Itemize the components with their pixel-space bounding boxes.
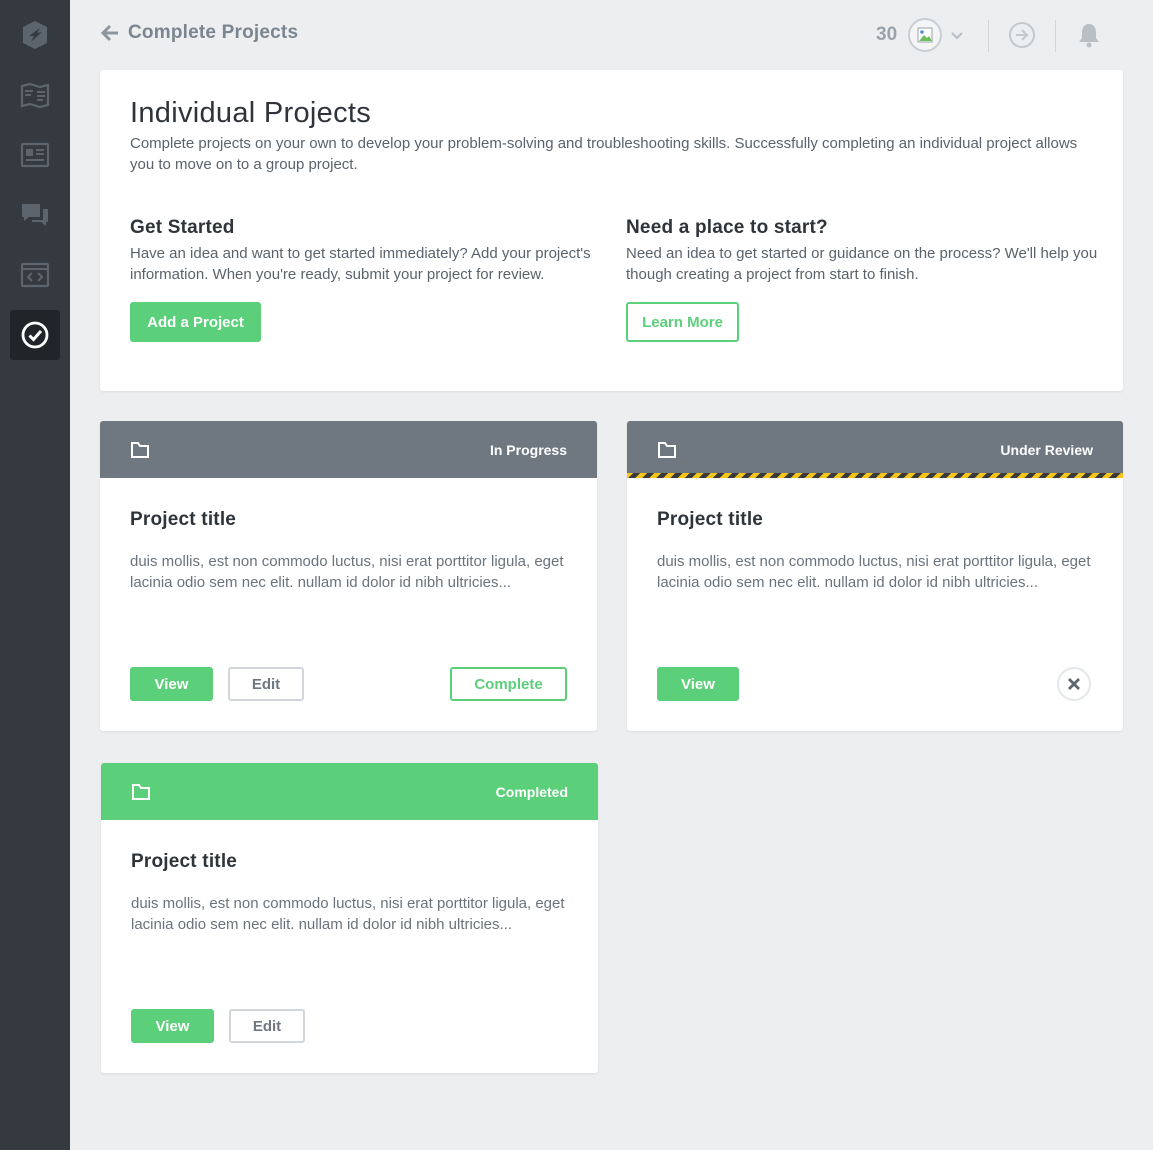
status-badge: In Progress (489, 441, 567, 458)
avatar-image-icon (917, 27, 933, 43)
card-header: Completed (101, 763, 598, 820)
cancel-review-button[interactable] (1057, 667, 1091, 701)
view-button[interactable]: View (131, 1009, 214, 1043)
view-button[interactable]: View (130, 667, 213, 701)
get-started-column: Get Started Have an idea and want to get… (130, 217, 600, 342)
sidebar-item-library[interactable] (10, 130, 60, 180)
project-title: Project title (131, 851, 238, 872)
project-card: Completed Project title duis mollis, est… (101, 763, 598, 1073)
project-description: duis mollis, est non commodo luctus, nis… (131, 895, 565, 933)
intro-card: Individual Projects Complete projects on… (100, 70, 1123, 391)
project-description: duis mollis, est non commodo luctus, nis… (130, 553, 564, 591)
card-header: Under Review (627, 421, 1123, 478)
code-icon (20, 262, 50, 288)
check-circle-icon (21, 321, 49, 349)
page-title: Complete Projects (128, 22, 299, 43)
back-link[interactable]: Complete Projects (100, 22, 298, 44)
sidebar-item-community[interactable] (10, 190, 60, 240)
review-hazard-stripe (627, 473, 1123, 478)
news-icon (20, 142, 50, 168)
view-button[interactable]: View (657, 667, 739, 701)
card-header: In Progress (100, 421, 597, 478)
status-badge: Under Review (1000, 441, 1093, 458)
get-started-text: Have an idea and want to get started imm… (130, 245, 591, 283)
need-place-column: Need a place to start? Need an idea to g… (626, 217, 1101, 342)
project-card: Under Review Project title duis mollis, … (627, 421, 1123, 731)
sidebar-item-home[interactable] (10, 10, 60, 60)
section-title: Individual Projects (130, 97, 372, 129)
close-icon (1068, 678, 1080, 690)
divider (1055, 20, 1056, 52)
project-card: In Progress Project title duis mollis, e… (100, 421, 597, 731)
need-place-heading: Need a place to start? (626, 217, 828, 238)
sidebar-item-tracks[interactable] (10, 70, 60, 120)
folder-icon (132, 783, 150, 800)
add-project-button[interactable]: Add a Project (130, 302, 261, 342)
section-description: Complete projects on your own to develop… (130, 135, 1078, 173)
project-description: duis mollis, est non commodo luctus, nis… (657, 553, 1091, 591)
divider (988, 20, 989, 52)
back-arrow-icon (100, 24, 118, 42)
points-count: 30 (876, 24, 898, 45)
map-icon (20, 82, 50, 109)
avatar[interactable] (908, 18, 942, 52)
project-title: Project title (130, 509, 237, 530)
sidebar-item-projects[interactable] (10, 310, 60, 360)
need-place-text: Need an idea to get started or guidance … (626, 245, 1098, 283)
edit-button[interactable]: Edit (229, 1009, 305, 1043)
status-badge: Completed (495, 783, 568, 800)
chat-icon (22, 204, 48, 226)
bell-icon[interactable] (1075, 21, 1103, 49)
top-bar: Complete Projects 30 (70, 0, 1153, 70)
complete-button[interactable]: Complete (450, 667, 567, 701)
sidebar (0, 0, 70, 1150)
chevron-down-icon[interactable] (950, 28, 964, 42)
folder-icon (131, 441, 149, 458)
project-title: Project title (657, 509, 764, 530)
sidebar-item-workspaces[interactable] (10, 250, 60, 300)
folder-icon (658, 441, 676, 458)
logo-icon (23, 21, 47, 49)
get-started-heading: Get Started (130, 217, 235, 238)
arrow-circle-icon[interactable] (1008, 21, 1036, 49)
edit-button[interactable]: Edit (228, 667, 304, 701)
learn-more-button[interactable]: Learn More (626, 302, 739, 342)
